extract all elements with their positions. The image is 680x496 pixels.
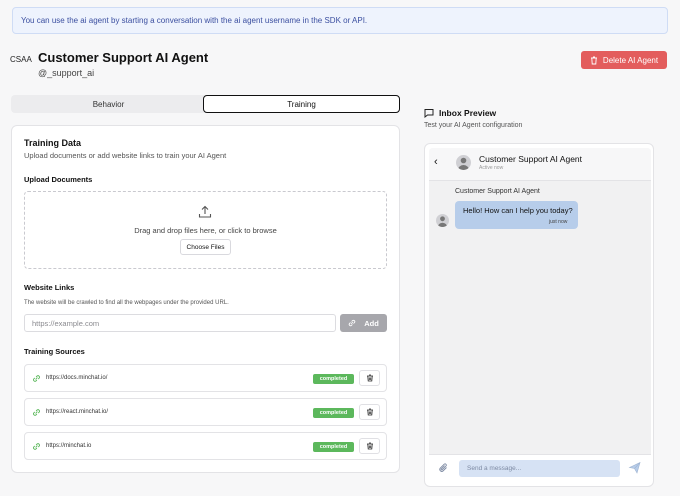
chat-body	[429, 148, 651, 481]
message-time: just now	[549, 219, 568, 225]
inbox-preview-title: Inbox Preview	[439, 108, 497, 118]
status-badge: completed	[313, 374, 354, 384]
message-input[interactable]	[459, 460, 620, 477]
dropzone-text: Drag and drop files here, or click to br…	[134, 226, 277, 235]
add-link-button[interactable]: Add	[340, 314, 387, 332]
tab-behavior[interactable]: Behavior	[11, 95, 206, 113]
delete-agent-label: Delete AI Agent	[602, 55, 659, 65]
message-avatar	[436, 214, 449, 227]
trash-icon	[366, 374, 373, 382]
website-links-title: Website Links	[24, 283, 75, 292]
user-icon	[437, 216, 448, 227]
source-url: https://react.minchat.io/	[46, 409, 109, 415]
training-subtitle: Upload documents or add website links to…	[24, 151, 227, 160]
source-url: https://minchat.io	[46, 443, 92, 449]
message-text: Hello! How can I help you today?	[463, 206, 573, 215]
choose-files-button[interactable]: Choose Files	[180, 239, 231, 255]
agent-title: Customer Support AI Agent	[38, 50, 209, 65]
training-sources-title: Training Sources	[24, 347, 85, 356]
info-banner: You can use the ai agent by starting a c…	[12, 7, 668, 34]
send-icon[interactable]	[628, 461, 641, 474]
delete-source-button[interactable]	[359, 438, 380, 454]
website-links-subtitle: The website will be crawled to find all …	[24, 300, 229, 306]
paperclip-icon[interactable]	[438, 462, 450, 474]
link-icon	[33, 409, 40, 416]
user-icon	[458, 157, 469, 170]
back-icon[interactable]: ‹	[434, 156, 438, 168]
status-badge: completed	[313, 442, 354, 452]
delete-source-button[interactable]	[359, 404, 380, 420]
link-icon	[33, 443, 40, 450]
url-input[interactable]	[24, 314, 336, 332]
upload-title: Upload Documents	[24, 175, 93, 184]
agent-avatar: CSAA	[10, 55, 32, 64]
inbox-preview-subtitle: Test your AI Agent configuration	[424, 122, 523, 129]
delete-source-button[interactable]	[359, 370, 380, 386]
tab-training[interactable]: Training	[203, 95, 400, 113]
trash-icon	[590, 56, 597, 64]
status-badge: completed	[313, 408, 354, 418]
message-sender: Customer Support AI Agent	[455, 188, 540, 195]
tab-bar: Behavior Training	[11, 95, 400, 113]
agent-chat-avatar	[456, 155, 471, 170]
source-url: https://docs.minchat.io/	[46, 375, 108, 381]
link-icon	[348, 319, 356, 327]
source-row: https://react.minchat.io/ completed	[24, 398, 387, 426]
agent-username: @_support_ai	[38, 68, 95, 78]
add-link-label: Add	[364, 318, 379, 328]
trash-icon	[366, 442, 373, 450]
chat-bubble-icon	[424, 109, 434, 118]
link-icon	[33, 375, 40, 382]
chat-agent-name: Customer Support AI Agent	[479, 154, 583, 164]
delete-agent-button[interactable]: Delete AI Agent	[581, 51, 667, 69]
training-title: Training Data	[24, 138, 82, 148]
chat-agent-status: Active now	[479, 165, 504, 171]
upload-icon	[198, 205, 212, 218]
source-row: https://docs.minchat.io/ completed	[24, 364, 387, 392]
trash-icon	[366, 408, 373, 416]
source-row: https://minchat.io completed	[24, 432, 387, 460]
